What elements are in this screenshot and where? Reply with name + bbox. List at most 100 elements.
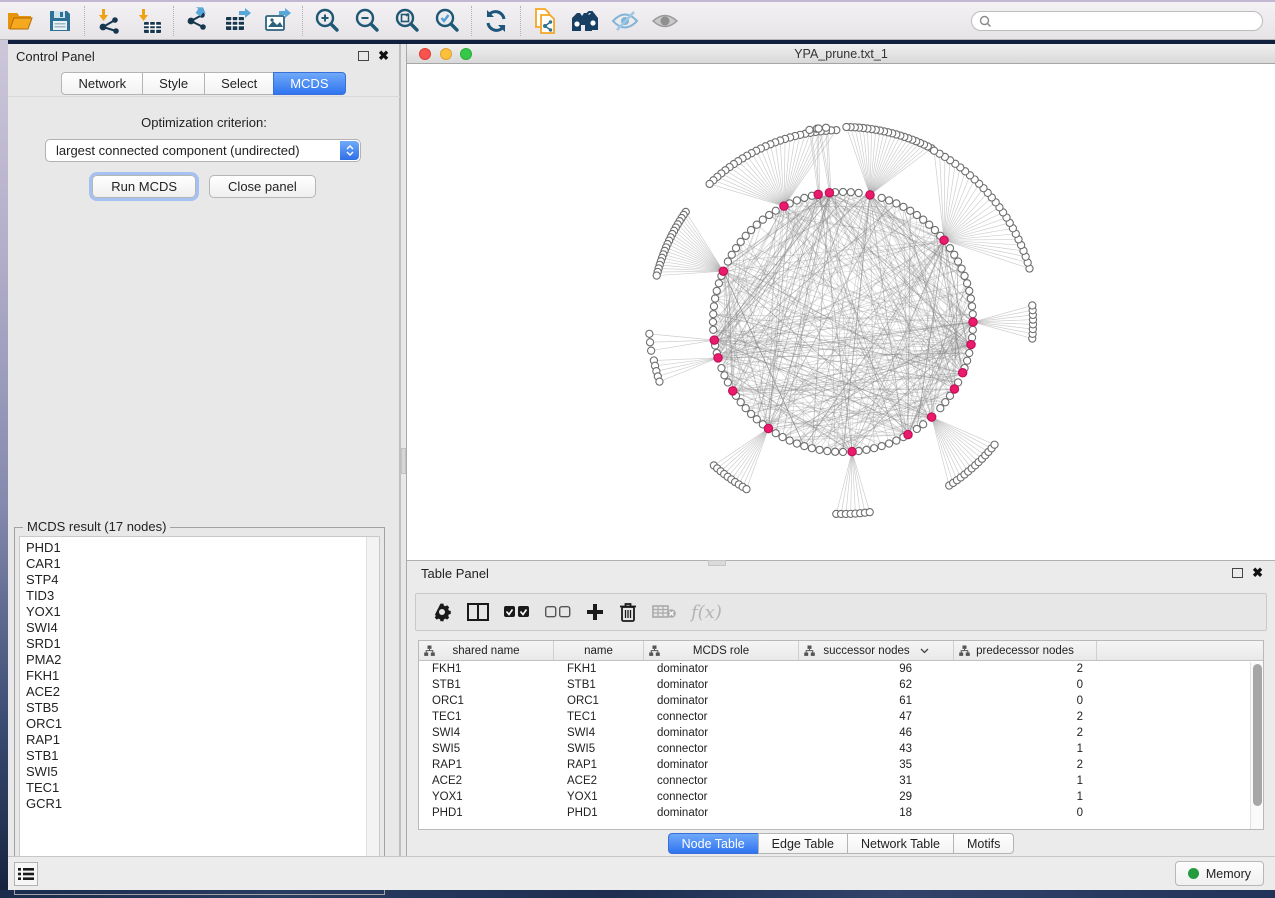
hide-selected-eye-icon[interactable] [605,4,645,38]
graph-node[interactable] [966,287,973,294]
delete-column-trash-icon[interactable] [619,597,637,627]
graph-node[interactable] [808,445,815,452]
graph-hub-node[interactable] [710,336,718,344]
import-network-icon[interactable] [89,4,129,38]
graph-node[interactable] [931,226,938,233]
graph-node[interactable] [966,350,973,357]
mcds-result-item[interactable]: STP4 [20,572,379,588]
table-cell[interactable]: PHD1 [554,805,644,821]
table-row[interactable]: PHD1PHD1dominator180 [419,805,1263,821]
graph-node[interactable] [942,399,949,406]
graph-node[interactable] [793,440,800,447]
table-row[interactable]: ORC1ORC1dominator610 [419,693,1263,709]
graph-hub-node[interactable] [764,424,772,432]
table-cell[interactable]: connector [644,741,799,757]
table-cell[interactable]: 31 [799,773,954,789]
table-cell[interactable]: ORC1 [419,693,554,709]
table-options-gear-icon[interactable] [432,597,452,627]
graph-node[interactable] [946,245,953,252]
graph-node[interactable] [706,180,713,187]
graph-node[interactable] [753,221,760,228]
graph-hub-node[interactable] [780,202,788,210]
graph-node[interactable] [737,399,744,406]
graph-node[interactable] [772,430,779,437]
refresh-view-icon[interactable] [476,4,516,38]
graph-node[interactable] [964,280,971,287]
graph-hub-node[interactable] [729,387,737,395]
table-cell[interactable]: 2 [954,661,1097,677]
close-panel-icon[interactable]: ✖ [1252,565,1263,581]
table-row[interactable]: TEC1TEC1connector472 [419,709,1263,725]
graph-node[interactable] [878,443,885,450]
table-cell[interactable]: 47 [799,709,954,725]
table-cell[interactable]: dominator [644,757,799,773]
open-file-icon[interactable] [0,4,40,38]
column-header-MCDS-role[interactable]: MCDS role [644,641,799,660]
graph-node[interactable] [816,446,823,453]
graph-node[interactable] [724,379,731,386]
graph-node[interactable] [839,188,846,195]
graph-node[interactable] [920,216,927,223]
graph-node[interactable] [893,200,900,207]
table-cell[interactable]: 35 [799,757,954,773]
table-cell[interactable]: dominator [644,725,799,741]
graph-node[interactable] [926,221,933,228]
graph-node[interactable] [878,194,885,201]
mcds-result-list[interactable]: PHD1CAR1STP4TID3YOX1SWI4SRD1PMA2FKH1ACE2… [19,536,380,890]
memory-button[interactable]: Memory [1175,861,1264,886]
mcds-result-item[interactable]: SWI4 [20,620,379,636]
table-cell[interactable]: 1 [954,789,1097,805]
table-cell[interactable]: 18 [799,805,954,821]
graph-hub-node[interactable] [969,318,977,326]
graph-node[interactable] [964,357,971,364]
table-cell[interactable]: 96 [799,661,954,677]
horizontal-splitter-grip[interactable] [708,560,726,566]
graph-node[interactable] [832,448,839,455]
tab-select[interactable]: Select [204,72,274,95]
table-cell[interactable]: STB1 [554,677,644,693]
sort-chevron-icon[interactable] [920,648,929,654]
mcds-result-item[interactable]: TEC1 [20,780,379,796]
graph-node[interactable] [709,318,716,325]
graph-node[interactable] [946,392,953,399]
graph-node[interactable] [742,232,749,239]
table-scrollbar-thumb[interactable] [1253,664,1262,806]
graph-node[interactable] [907,207,914,214]
graph-node[interactable] [937,405,944,412]
export-network-icon[interactable] [178,4,218,38]
mcds-list-scrollbar[interactable] [366,537,379,889]
graph-node[interactable] [969,311,976,318]
table-cell[interactable]: 46 [799,725,954,741]
search-input[interactable] [971,11,1263,31]
graph-node[interactable] [713,287,720,294]
add-column-plus-icon[interactable] [586,597,604,627]
graph-node[interactable] [961,272,968,279]
table-cell[interactable]: STB1 [419,677,554,693]
export-image-icon[interactable] [258,4,298,38]
mcds-result-item[interactable]: PHD1 [20,540,379,556]
graph-node[interactable] [715,280,722,287]
graph-hub-node[interactable] [940,236,948,244]
graph-hub-node[interactable] [814,190,822,198]
column-header-shared-name[interactable]: shared name [419,641,554,660]
table-cell[interactable]: 61 [799,693,954,709]
table-cell[interactable]: dominator [644,805,799,821]
table-cell[interactable]: 0 [954,805,1097,821]
tab-edge-table[interactable]: Edge Table [758,833,848,854]
graph-node[interactable] [930,147,937,154]
table-cell[interactable]: 2 [954,709,1097,725]
graph-hub-node[interactable] [927,413,935,421]
graph-node[interactable] [1029,302,1036,309]
zoom-out-icon[interactable] [347,4,387,38]
graph-node[interactable] [920,421,927,428]
table-row[interactable]: ACE2ACE2connector311 [419,773,1263,789]
graph-node[interactable] [806,126,813,133]
graph-node[interactable] [801,194,808,201]
network-canvas[interactable] [407,64,1275,560]
zoom-selected-icon[interactable] [427,4,467,38]
tab-node-table[interactable]: Node Table [668,833,759,854]
table-cell[interactable]: YOX1 [419,789,554,805]
graph-node[interactable] [710,311,717,318]
table-cell[interactable]: ACE2 [419,773,554,789]
graph-hub-node[interactable] [719,267,727,275]
